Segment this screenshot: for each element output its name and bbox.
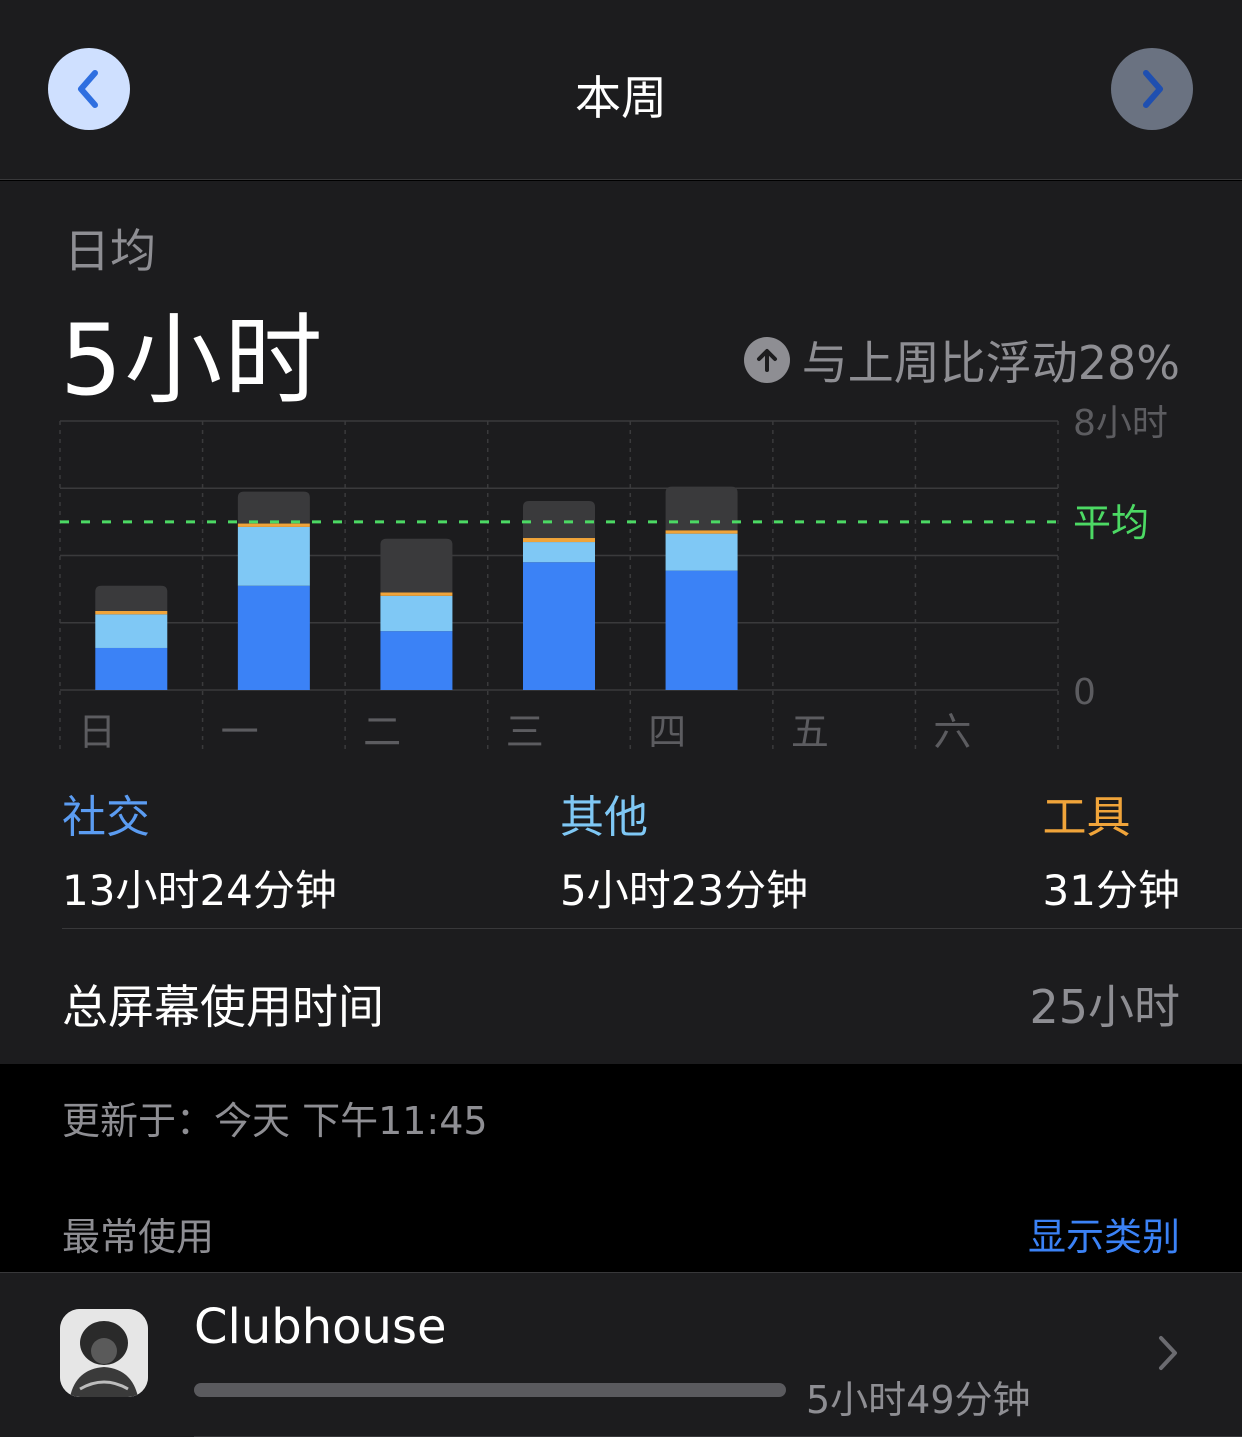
legend-social-label: 社交 (62, 792, 150, 843)
total-screen-time-row[interactable]: 总屏幕使用时间 25小时 (0, 929, 1242, 1064)
bar-segment-其他 (665, 533, 738, 571)
bar-segment-其他 (95, 614, 168, 648)
bar-segment-工具 (237, 523, 310, 527)
chevron-right-icon (1159, 1336, 1177, 1370)
bar-segment-工具 (523, 538, 595, 543)
bar-segment-remainder (237, 491, 310, 524)
bar-segment-remainder (95, 585, 168, 611)
x-tick-label: 二 (363, 710, 401, 754)
x-tick-label: 四 (648, 710, 686, 754)
bar-segment-其他 (237, 526, 310, 586)
updated-timestamp: 更新于：今天 下午11:45 (62, 1099, 488, 1143)
x-tick-label: 六 (933, 710, 971, 754)
page-title: 本周 (575, 71, 667, 125)
bar-segment-社交 (665, 570, 738, 690)
total-screen-time-value: 25小时 (1029, 980, 1180, 1034)
total-screen-time-label: 总屏幕使用时间 (62, 980, 384, 1034)
bar-segment-工具 (665, 530, 738, 534)
bar-segment-remainder (380, 538, 453, 593)
bar-segment-remainder (665, 486, 738, 531)
clubhouse-app-icon (60, 1309, 148, 1397)
bar-segment-remainder (523, 501, 595, 539)
app-usage-time: 5小时49分钟 (806, 1378, 1031, 1422)
legend-tools-duration: 31分钟 (1042, 866, 1180, 915)
legend-other-duration: 5小时23分钟 (560, 866, 809, 915)
chevron-right-icon (1143, 70, 1163, 108)
legend-other: 其他 5小时23分钟 (560, 781, 808, 918)
bar-segment-工具 (380, 592, 453, 596)
app-row-clubhouse[interactable]: Clubhouse 5小时49分钟 (0, 1272, 1242, 1437)
average-label: 平均 (1073, 501, 1149, 545)
bar-segment-其他 (380, 595, 453, 632)
x-tick-label: 三 (506, 710, 544, 754)
legend-tools: 工具 31分钟 (1043, 781, 1180, 918)
y-tick-label: 0 (1073, 672, 1096, 713)
bar-segment-社交 (523, 562, 595, 690)
legend-social-duration: 13小时24分钟 (62, 866, 337, 915)
app-usage-bar (194, 1383, 786, 1397)
screen-time-card: 日均 5小时 与上周比浮动28% 日一二三四五六平均 8小时 0 社交 13小时24… (0, 181, 1242, 1064)
legend-tools-label: 工具 (1042, 792, 1131, 843)
app-name: Clubhouse (194, 1299, 447, 1355)
bar-segment-其他 (523, 542, 595, 563)
bar-segment-工具 (95, 610, 168, 615)
bar-segment-社交 (95, 647, 168, 690)
bar-segment-社交 (380, 631, 453, 690)
show-categories-link[interactable]: 显示类别 (1028, 1206, 1180, 1261)
x-tick-label: 五 (791, 710, 829, 754)
next-week-button[interactable] (1111, 48, 1193, 130)
y-tick-label: 8小时 (1073, 403, 1168, 444)
most-used-header: 最常使用 (62, 1215, 215, 1259)
legend-social: 社交 13小时24分钟 (62, 781, 337, 918)
nav-bar: 本周 (0, 0, 1242, 180)
x-tick-label: 一 (221, 710, 259, 754)
legend-other-label: 其他 (560, 792, 648, 843)
x-tick-label: 日 (78, 710, 116, 754)
bar-segment-社交 (237, 585, 310, 690)
